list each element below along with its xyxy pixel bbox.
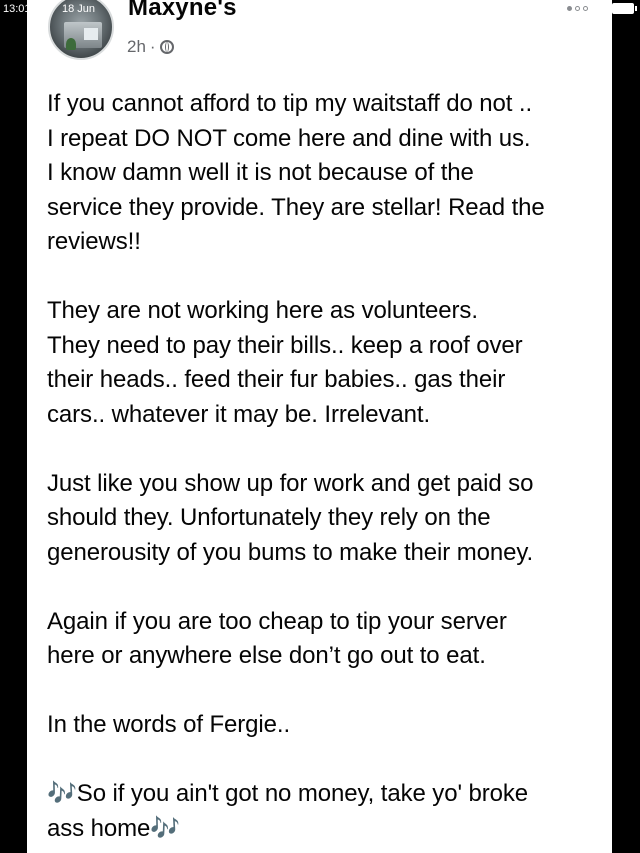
- post-paragraph: They are not working here as volunteers.…: [47, 297, 523, 428]
- post-paragraph: 🎶So if you ain't got no money, take yo' …: [47, 780, 529, 842]
- post-meta: 2h ·: [127, 37, 174, 57]
- avatar-plant: [66, 38, 76, 50]
- post-options-button[interactable]: [567, 6, 588, 11]
- battery-icon: [612, 3, 637, 14]
- avatar-window: [84, 28, 98, 40]
- page-name[interactable]: Maxyne's: [128, 0, 237, 22]
- meta-separator: ·: [149, 37, 156, 56]
- options-dot-icon: [567, 6, 572, 11]
- status-bar-date: 18 Jun: [62, 3, 96, 15]
- post-time-ago[interactable]: 2h: [127, 37, 146, 57]
- post-paragraph: In the words of Fergie..: [47, 711, 291, 738]
- options-dot-icon: [583, 6, 588, 11]
- post-paragraph: Again if you are too cheap to tip your s…: [47, 607, 507, 670]
- post-card: Maxyne's 2h · If you cannot afford to ti…: [27, 0, 612, 853]
- globe-icon: [159, 40, 174, 54]
- post-paragraph: Just like you show up for work and get p…: [47, 469, 534, 566]
- options-dot-icon: [575, 6, 580, 11]
- post-paragraph: If you cannot afford to tip my waitstaff…: [47, 90, 545, 255]
- post-body: If you cannot afford to tip my waitstaff…: [47, 87, 612, 846]
